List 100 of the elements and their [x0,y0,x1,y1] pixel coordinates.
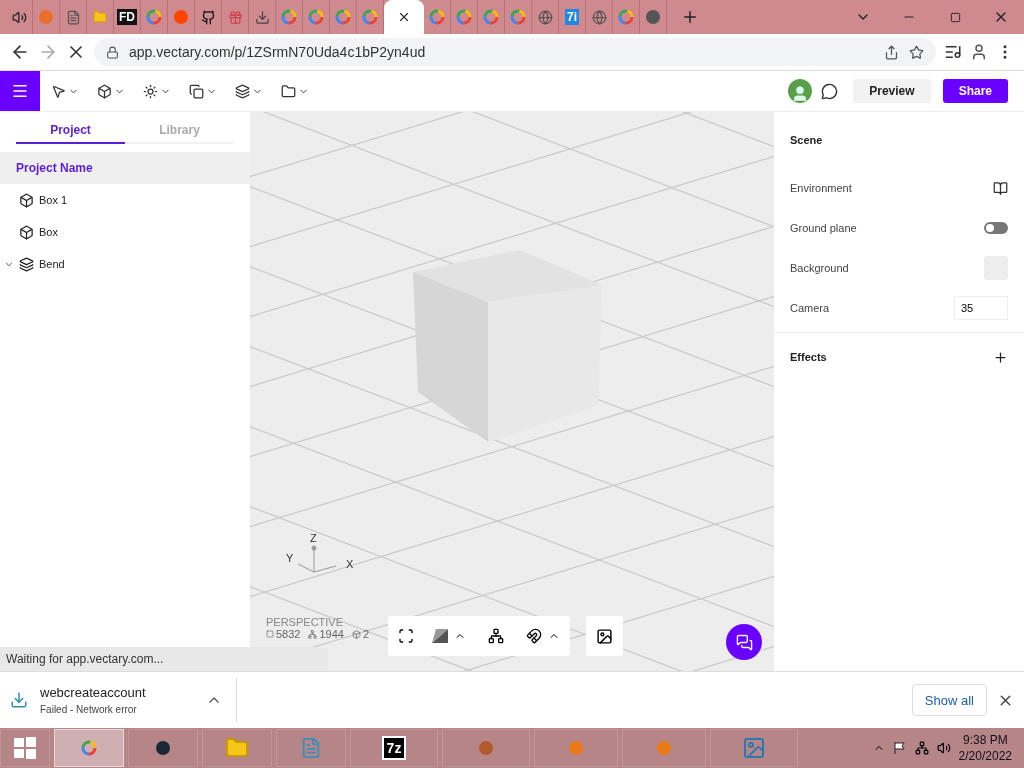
chat-icon[interactable] [735,633,753,651]
lock-icon [106,45,119,59]
sun-icon[interactable] [143,83,158,99]
colorful-ring-icon [362,9,378,25]
object-count: 2 [362,628,370,640]
share-icon[interactable] [884,44,899,60]
vertex-icon [266,630,274,638]
layer-name: Bend [39,258,65,270]
profile-icon[interactable] [970,43,988,61]
start-icon[interactable] [14,737,36,759]
show-all-button[interactable]: Show all [911,684,987,716]
bend-icon [19,256,34,272]
book-icon[interactable] [993,180,1008,196]
notepad-icon [300,737,322,759]
image-icon[interactable] [596,627,613,645]
status-bubble: Waiting for app.vectary.com... [0,647,328,671]
maximize-icon[interactable] [949,11,961,23]
share-button[interactable]: Share [942,79,1008,103]
chat-button[interactable] [726,624,762,660]
effects-title: Effects [790,351,827,363]
download-status: Failed - Network error [40,704,138,715]
circle-icon [645,9,661,25]
document-icon [65,9,81,25]
clock-date[interactable]: 2/20/2022 [958,749,1012,763]
gizmo-icon[interactable] [488,628,504,644]
panel-tab[interactable]: Project [16,118,125,144]
globe-icon [537,9,553,25]
clock-time[interactable]: 9:38 PM [962,733,1008,747]
circle-icon [478,740,494,756]
layer-item[interactable]: Box [0,216,250,248]
material-swatch-icon[interactable] [432,629,448,643]
menu-icon[interactable] [11,82,29,100]
copy-icon[interactable] [189,83,204,99]
magnet-icon[interactable] [526,628,542,644]
media-icon[interactable] [944,43,962,61]
folder-icon [225,736,249,760]
app-icon [38,9,54,25]
colorful-ring-icon [281,9,297,25]
download-file-name[interactable]: webcreateaccount [40,685,146,700]
project-name[interactable]: Project Name [0,152,250,184]
download-icon [254,9,270,25]
preview-button[interactable]: Preview [853,79,931,103]
taskbar-app[interactable]: 7z [350,729,438,767]
object-icon [351,629,361,639]
edge-count: 1944 [319,628,344,640]
colorful-ring-icon [308,9,324,25]
app-icon [155,740,171,756]
render-button[interactable] [586,616,623,656]
camera-input[interactable]: 35 [954,296,1008,320]
property-label: Camera [790,302,830,314]
colorful-ring-icon [456,9,472,25]
property-label: Background [790,262,849,274]
menu-button[interactable] [0,71,40,111]
colorful-ring-icon [81,740,97,756]
layers-icon[interactable] [235,83,250,99]
focus-icon[interactable] [398,628,414,644]
taskbar-app[interactable] [128,729,198,767]
gift-icon [227,9,243,25]
tab-logo: 7i [565,9,579,25]
layer-item[interactable]: Box 1 [0,184,250,216]
add-icon[interactable] [993,349,1008,365]
close-icon[interactable] [397,10,411,24]
x-axis-label: X [346,558,354,570]
cube-icon[interactable] [97,83,112,99]
folder-icon [93,10,107,24]
vertex-count: 5832 [276,628,301,640]
z-axis-label: Z [310,532,317,544]
speaker-icon [11,9,27,25]
app-logo: 7z [381,736,407,760]
browser-tab[interactable]: FD [114,0,141,34]
user-avatar[interactable] [788,79,813,103]
new-tab-icon[interactable] [681,8,699,26]
scene-title: Scene [790,134,823,146]
colorful-ring-icon [483,9,499,25]
tab-logo: FD [117,9,137,25]
app-icon [656,740,672,756]
y-axis-label: Y [286,552,294,564]
photo-icon [742,736,766,760]
colorful-ring-icon [335,9,351,25]
network-icon[interactable] [914,741,929,755]
flag-icon[interactable] [892,741,907,755]
ground-plane-toggle[interactable] [984,222,1008,234]
colorful-ring-icon [618,9,634,25]
address-bar[interactable]: app.vectary.com/p/1ZSrmN70Uda4c1bP2yn4ud [94,38,936,66]
edge-icon [308,629,318,639]
pointer-icon[interactable] [51,83,66,99]
layer-item[interactable]: Bend [0,248,250,280]
app-icon [173,9,189,25]
colorful-ring-icon [429,9,445,25]
speaker-icon[interactable] [936,741,951,755]
folder-icon[interactable] [281,83,296,99]
bookmark-icon[interactable] [909,44,924,60]
cat-icon [200,9,216,25]
layer-name: Box 1 [39,194,68,206]
speech-bubble-icon[interactable] [821,82,839,100]
app-icon [568,740,584,756]
property-label: Ground plane [790,222,857,234]
globe-icon [591,9,607,25]
colorful-ring-icon [510,9,526,25]
url-text: app.vectary.com/p/1ZSrmN70Uda4c1bP2yn4ud [129,44,427,60]
